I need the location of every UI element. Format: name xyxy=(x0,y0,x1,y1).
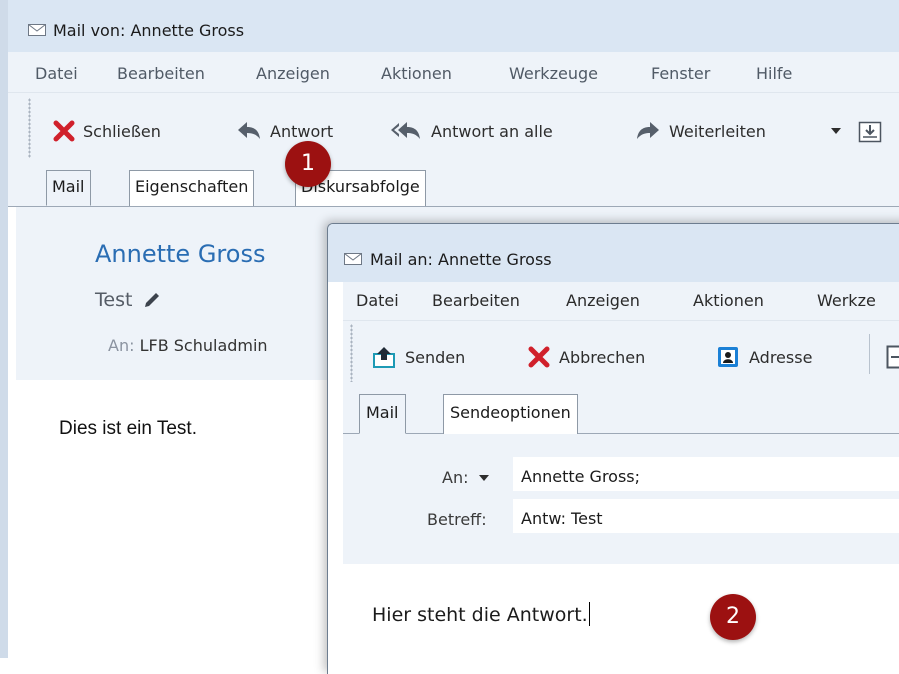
cancel-label: Abbrechen xyxy=(559,348,645,367)
reply-window: Mail an: Annette Gross Datei Bearbeiten … xyxy=(327,223,899,674)
reply-button[interactable]: Antwort xyxy=(236,118,333,144)
reply-all-icon xyxy=(389,120,423,142)
reply-tab-mail[interactable]: Mail xyxy=(359,394,406,434)
reply-titlebar: Mail an: Annette Gross xyxy=(328,224,899,282)
to-field-label-text: An: xyxy=(442,468,468,487)
pencil-icon[interactable] xyxy=(142,290,162,310)
reply-window-title: Mail an: Annette Gross xyxy=(370,250,552,269)
reply-menu-bearbeiten[interactable]: Bearbeiten xyxy=(432,291,520,310)
menu-bearbeiten[interactable]: Bearbeiten xyxy=(117,64,205,83)
reply-menu-aktionen[interactable]: Aktionen xyxy=(693,291,764,310)
main-window-title: Mail von: Annette Gross xyxy=(53,21,244,40)
to-field[interactable]: Annette Gross; xyxy=(512,456,899,492)
cancel-button[interactable]: Abbrechen xyxy=(528,344,645,370)
toolbar-separator xyxy=(869,334,870,374)
forward-label: Weiterleiten xyxy=(669,122,766,141)
subject-text: Test xyxy=(95,289,132,311)
to-field-label[interactable]: An: xyxy=(442,468,490,487)
reply-label: Antwort xyxy=(270,122,333,141)
tab-eigenschaften[interactable]: Eigenschaften xyxy=(129,170,254,206)
recipient-line: An: LFB Schuladmin xyxy=(108,336,268,355)
envelope-icon xyxy=(28,24,46,36)
save-icon[interactable] xyxy=(886,345,899,369)
menu-anzeigen[interactable]: Anzeigen xyxy=(256,64,330,83)
to-value[interactable]: LFB Schuladmin xyxy=(140,336,268,355)
forward-dropdown[interactable] xyxy=(830,118,850,144)
send-label: Senden xyxy=(405,348,465,367)
send-button[interactable]: Senden xyxy=(372,344,465,370)
reply-body-editor[interactable]: Hier steht die Antwort. xyxy=(372,602,590,626)
forward-arrow-icon xyxy=(635,120,661,142)
menu-fenster[interactable]: Fenster xyxy=(651,64,710,83)
subject-field[interactable]: Antw: Test xyxy=(512,498,899,534)
reply-menu-werkzeuge[interactable]: Werkze xyxy=(817,291,876,310)
reply-tab-bar xyxy=(343,388,899,434)
main-titlebar: Mail von: Annette Gross xyxy=(8,0,899,52)
mail-subject: Test xyxy=(95,289,162,311)
menu-aktionen[interactable]: Aktionen xyxy=(381,64,452,83)
tab-sendeoptionen[interactable]: Sendeoptionen xyxy=(443,394,578,434)
annotation-badge-1: 1 xyxy=(285,141,331,187)
menu-werkzeuge[interactable]: Werkzeuge xyxy=(509,64,598,83)
mail-body: Dies ist ein Test. xyxy=(59,418,197,440)
to-label: An: xyxy=(108,336,134,355)
main-menubar: Datei Bearbeiten Anzeigen Aktionen Werkz… xyxy=(8,52,899,93)
reply-all-button[interactable]: Antwort an alle xyxy=(389,118,553,144)
address-button[interactable]: Adresse xyxy=(716,344,812,370)
tab-mail[interactable]: Mail xyxy=(46,170,91,206)
dropdown-icon xyxy=(478,473,490,483)
reply-toolbar-grip[interactable] xyxy=(350,324,353,382)
menu-datei[interactable]: Datei xyxy=(35,64,78,83)
envelope-icon xyxy=(344,253,362,265)
address-book-icon xyxy=(716,345,740,369)
address-label: Adresse xyxy=(749,348,812,367)
reply-body-text: Hier steht die Antwort. xyxy=(372,604,588,626)
reply-menubar: Datei Bearbeiten Anzeigen Aktionen Werkz… xyxy=(343,282,899,321)
reply-menu-datei[interactable]: Datei xyxy=(356,291,399,310)
save-button[interactable] xyxy=(858,118,890,144)
reply-arrow-icon xyxy=(236,120,262,142)
toolbar-grip[interactable] xyxy=(28,98,31,158)
dropdown-icon xyxy=(830,126,842,136)
text-caret xyxy=(589,602,590,626)
sender-name[interactable]: Annette Gross xyxy=(95,240,265,268)
reply-all-label: Antwort an alle xyxy=(431,122,553,141)
subject-field-label: Betreff: xyxy=(427,510,487,529)
close-x-icon xyxy=(528,346,550,368)
annotation-badge-2: 2 xyxy=(710,594,756,640)
reply-menu-anzeigen[interactable]: Anzeigen xyxy=(566,291,640,310)
close-button[interactable]: Schließen xyxy=(53,118,161,144)
send-icon xyxy=(372,345,396,369)
forward-button[interactable]: Weiterleiten xyxy=(635,118,766,144)
menu-hilfe[interactable]: Hilfe xyxy=(756,64,792,83)
save-tray-icon xyxy=(858,119,882,143)
close-x-icon xyxy=(53,120,75,142)
close-label: Schließen xyxy=(83,122,161,141)
